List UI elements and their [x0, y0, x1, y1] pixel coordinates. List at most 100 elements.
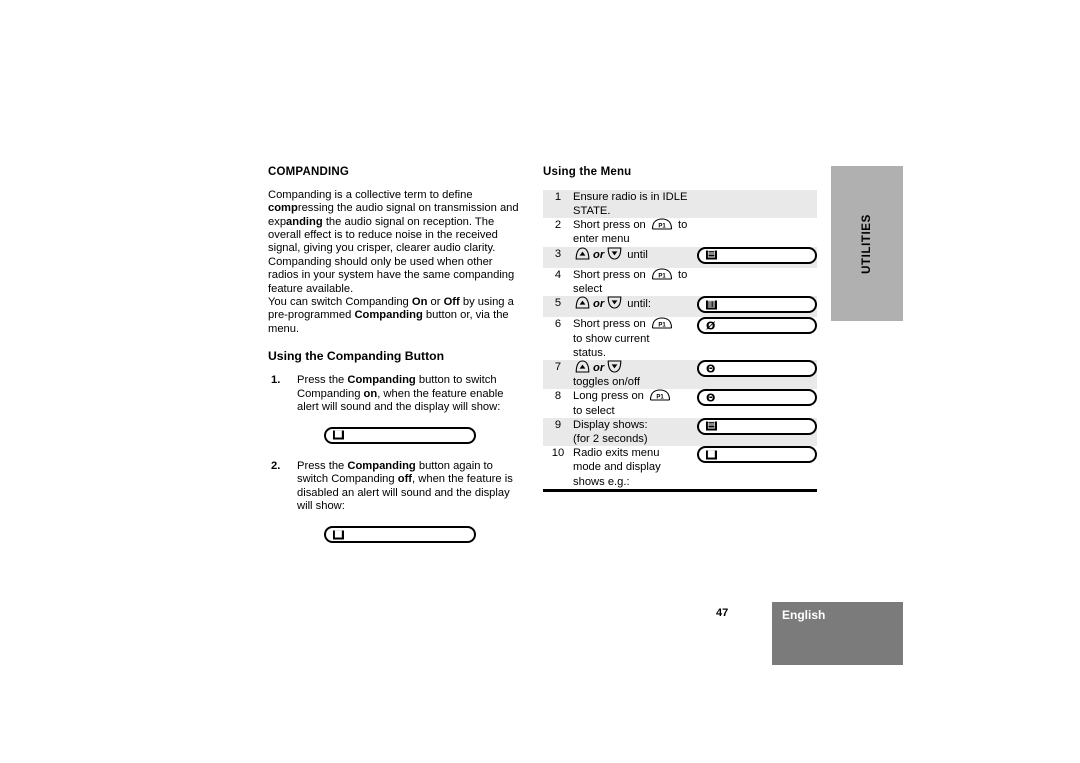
menu-procedure-table: 1 Ensure radio is in IDLE STATE. 2 Short p… [543, 189, 817, 492]
table-row: 9 Display shows: (for 2 seconds) ▤ [543, 417, 817, 447]
radio-display: Θ [697, 389, 817, 407]
step-line: to select [573, 404, 697, 418]
step-line: Ensure radio is in IDLE STATE. [573, 190, 697, 218]
step-line: Short press on P1 to enter menu [573, 218, 697, 246]
emphasis-text: Companding [347, 459, 416, 472]
p1-button-icon: P1 [649, 389, 671, 401]
step-description-cell: Short press on P1 to enter menu [573, 218, 697, 247]
table-row: 5 or until: ▥ [543, 296, 817, 318]
display-cell: Ø [697, 317, 817, 361]
step-text: to select [573, 404, 615, 417]
p1-button-icon: P1 [651, 218, 673, 230]
up-arrow-key-icon [575, 296, 590, 309]
step-number-cell: 8 [543, 389, 573, 418]
emphasis-text: Companding [347, 373, 416, 386]
display-cell [697, 267, 817, 297]
table-row: 8 Long press on P1 to select Θ [543, 389, 817, 418]
step-text: mode and display [573, 461, 661, 474]
submenu-icon: ▥ [706, 299, 717, 310]
p1-button-icon: P1 [651, 268, 673, 280]
step-line: Short press on P1 [573, 317, 697, 331]
step-number: 2. [271, 459, 281, 472]
step-number-cell: 1 [543, 189, 573, 219]
step-number-cell: 4 [543, 267, 573, 297]
subsection-title-using-companding-button: Using the Companding Button [268, 349, 445, 364]
display-cell: Θ [697, 360, 817, 390]
step-line: or until: [573, 296, 697, 311]
step-line: toggles on/off [573, 375, 697, 389]
table-row: 10 Radio exits menu mode and display show… [543, 446, 817, 491]
table-row: 7 or toggles on/off Θ [543, 360, 817, 390]
radio-display: Ø [697, 317, 817, 335]
step-number-cell: 5 [543, 296, 573, 318]
section-tab-utilities: UTILITIES [831, 166, 903, 321]
emphasis-text: Off [443, 296, 460, 309]
manual-page: COMPANDING Companding is a collective te… [0, 0, 1080, 763]
channel-icon: ■ [706, 449, 717, 460]
down-arrow-key-icon [607, 247, 622, 260]
section-tab-label: UTILITIES [861, 213, 873, 274]
step-line: (for 2 seconds) [573, 432, 697, 446]
menu-table-body: 1 Ensure radio is in IDLE STATE. 2 Short p… [543, 189, 817, 491]
table-row: 6 Short press on P1 to show current status… [543, 317, 817, 361]
display-cell: ■ [697, 446, 817, 491]
or-conjunction: or [593, 362, 605, 375]
step-number-cell: 3 [543, 246, 573, 268]
step-number-cell: 9 [543, 417, 573, 447]
step-text: Short press on [573, 219, 649, 232]
step-text: until [624, 248, 648, 261]
step-description-cell: or toggles on/off [573, 360, 697, 390]
step-number-cell: 10 [543, 446, 573, 491]
step-description-cell: Short press on P1 to show current status. [573, 317, 697, 361]
emphasis-text: comp [268, 202, 298, 215]
subsection-title-using-the-menu: Using the Menu [543, 166, 632, 178]
emphasis-text: anding [286, 215, 323, 228]
table-row: 4 Short press on P1 to select [543, 267, 817, 297]
display-cell: ▤ [697, 246, 817, 268]
companding-on-icon: ■ [333, 429, 344, 440]
display-cell [697, 189, 817, 219]
down-arrow-key-icon [607, 296, 622, 309]
menu-companding-icon: ▤ [706, 249, 717, 260]
step-text: Display shows: [573, 418, 648, 431]
step-description-cell: Ensure radio is in IDLE STATE. [573, 189, 697, 219]
status-off-icon: Ø [706, 319, 716, 333]
or-conjunction: or [593, 248, 605, 261]
table-row: 3 or until ▤ [543, 246, 817, 268]
step-line: or until [573, 247, 697, 262]
step-line: Short press on P1 to select [573, 268, 697, 296]
step-text: Press the Companding button to switch Co… [297, 374, 503, 413]
svg-text:P1: P1 [658, 224, 666, 230]
step-text: Ensure radio is in IDLE STATE. [573, 190, 688, 217]
step-line: Long press on P1 [573, 389, 697, 403]
step-description-cell: Radio exits menu mode and display shows … [573, 446, 697, 491]
status-on-icon: Θ [706, 362, 716, 376]
up-arrow-key-icon [575, 247, 590, 260]
emphasis-text: on [363, 387, 378, 400]
left-column: COMPANDING Companding is a collective te… [268, 166, 526, 544]
run-text: Press the [297, 373, 348, 386]
run-text: Companding is a collective term to defin… [268, 188, 473, 201]
radio-display: ■ [697, 446, 817, 464]
step-number-cell: 6 [543, 317, 573, 361]
run-text: You can switch Companding [268, 296, 412, 309]
svg-text:P1: P1 [656, 395, 664, 401]
step-text: Radio exits menu [573, 447, 660, 460]
section-title-companding: COMPANDING [268, 166, 350, 178]
status-on-icon: Θ [706, 391, 716, 405]
or-conjunction: or [593, 298, 605, 311]
step-text: shows e.g.: [573, 475, 630, 488]
step-text: to show current [573, 332, 650, 345]
run-text: Press the [297, 459, 348, 472]
step-description-cell: or until [573, 246, 697, 268]
companding-paragraph-1: Companding is a collective term to defin… [268, 189, 526, 296]
emphasis-text: off [397, 473, 413, 486]
up-arrow-key-icon [575, 360, 590, 373]
display-cell: Θ [697, 389, 817, 418]
step-number-cell: 7 [543, 360, 573, 390]
radio-display: ▤ [697, 417, 817, 435]
emphasis-text: On [411, 296, 428, 309]
